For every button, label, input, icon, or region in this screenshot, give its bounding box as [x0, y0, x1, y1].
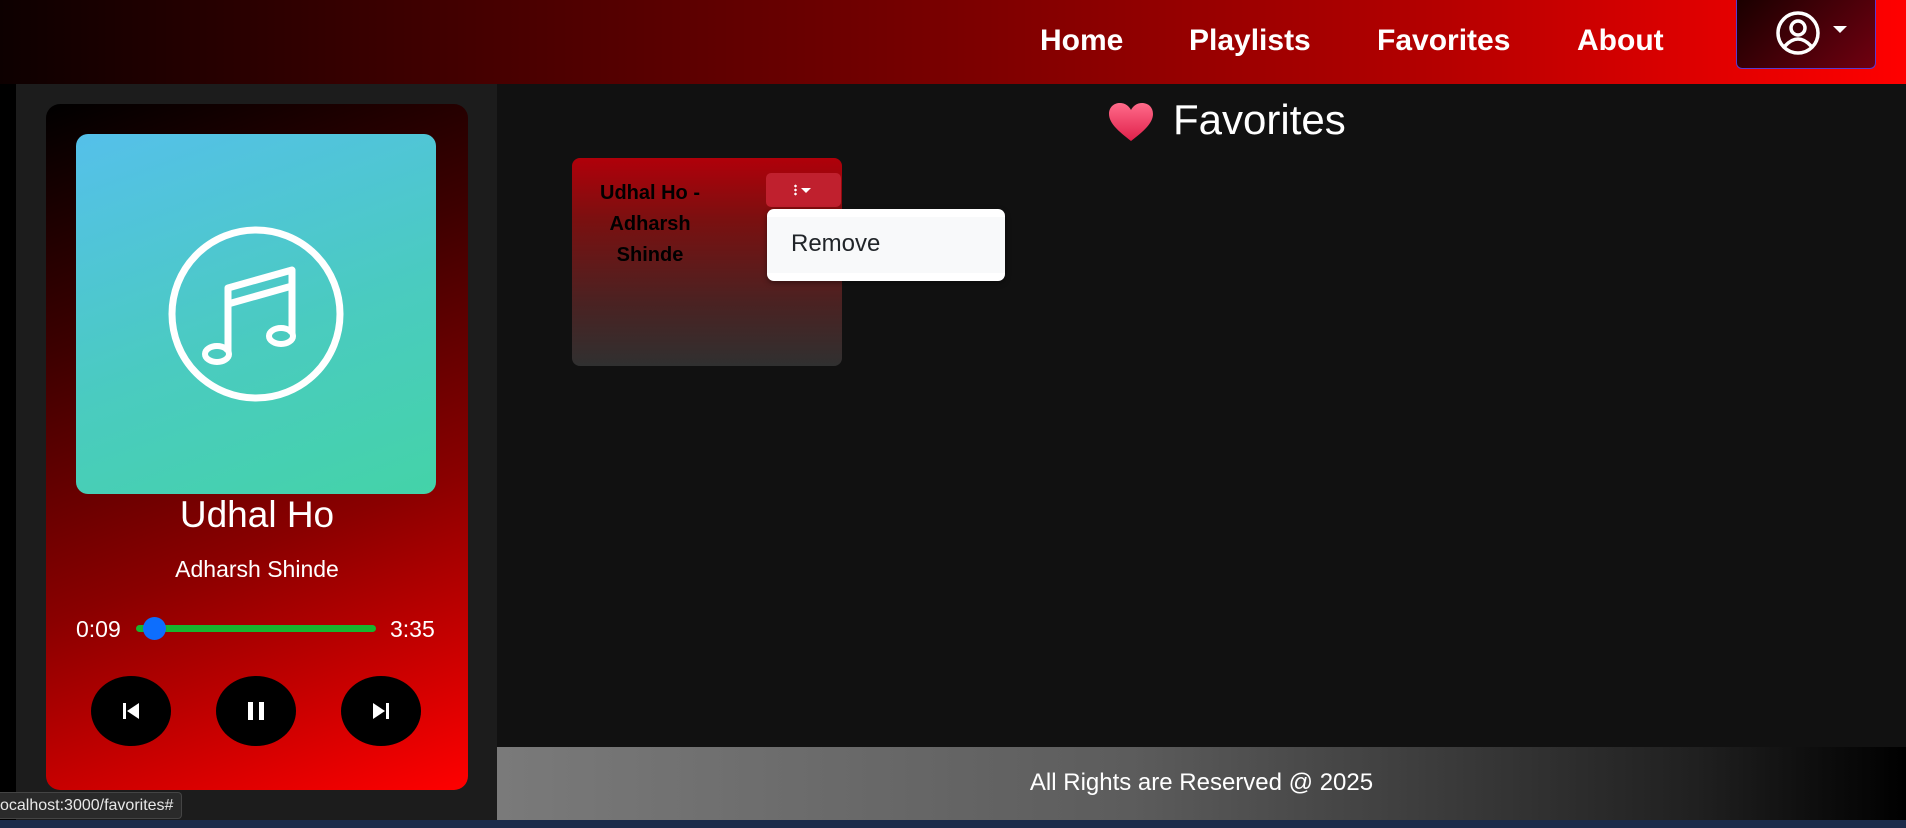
- user-circle-icon: [1776, 11, 1820, 55]
- taskbar-strip: [0, 820, 1906, 828]
- previous-icon: [123, 703, 139, 719]
- kebab-menu-icon: [794, 184, 797, 196]
- top-navbar: Home Playlists Favorites About: [0, 0, 1906, 84]
- nav-playlists-link[interactable]: Playlists: [1189, 24, 1311, 58]
- nav-about-link[interactable]: About: [1577, 24, 1664, 58]
- album-art: [76, 134, 436, 494]
- pause-icon: [248, 702, 264, 720]
- profile-dropdown-button[interactable]: [1736, 0, 1876, 69]
- now-playing-card: Udhal Ho Adharsh Shinde 0:09 3:35: [46, 104, 468, 790]
- left-edge-strip: [0, 84, 16, 828]
- chevron-down-icon: [801, 188, 811, 193]
- remove-menu-item[interactable]: Remove: [767, 217, 1005, 273]
- song-artist: Adharsh Shinde: [175, 556, 339, 582]
- card-menu-toggle[interactable]: [766, 173, 841, 207]
- song-title: Udhal Ho: [179, 494, 335, 535]
- footer-text: All Rights are Reserved @ 2025: [1029, 769, 1374, 796]
- previous-button[interactable]: [91, 676, 171, 746]
- next-button[interactable]: [341, 676, 421, 746]
- seek-bar[interactable]: [136, 617, 376, 640]
- music-note-icon: [168, 226, 344, 402]
- nav-home-link[interactable]: Home: [1040, 24, 1123, 58]
- heart-icon: [1109, 103, 1153, 141]
- favorite-song-title: Udhal Ho - Adharsh Shinde: [600, 182, 700, 266]
- total-time: 3:35: [390, 616, 435, 642]
- card-dropdown-menu: Remove: [767, 209, 1005, 281]
- seek-thumb[interactable]: [143, 617, 167, 640]
- page-title: Favorites: [1173, 96, 1346, 143]
- current-time: 0:09: [76, 616, 121, 642]
- footer: All Rights are Reserved @ 2025: [497, 747, 1906, 820]
- status-bar-url: ocalhost:3000/favorites#: [0, 792, 183, 819]
- next-icon: [373, 703, 389, 719]
- pause-button[interactable]: [216, 676, 296, 746]
- nav-favorites-link[interactable]: Favorites: [1377, 24, 1510, 58]
- chevron-down-icon: [1833, 26, 1847, 33]
